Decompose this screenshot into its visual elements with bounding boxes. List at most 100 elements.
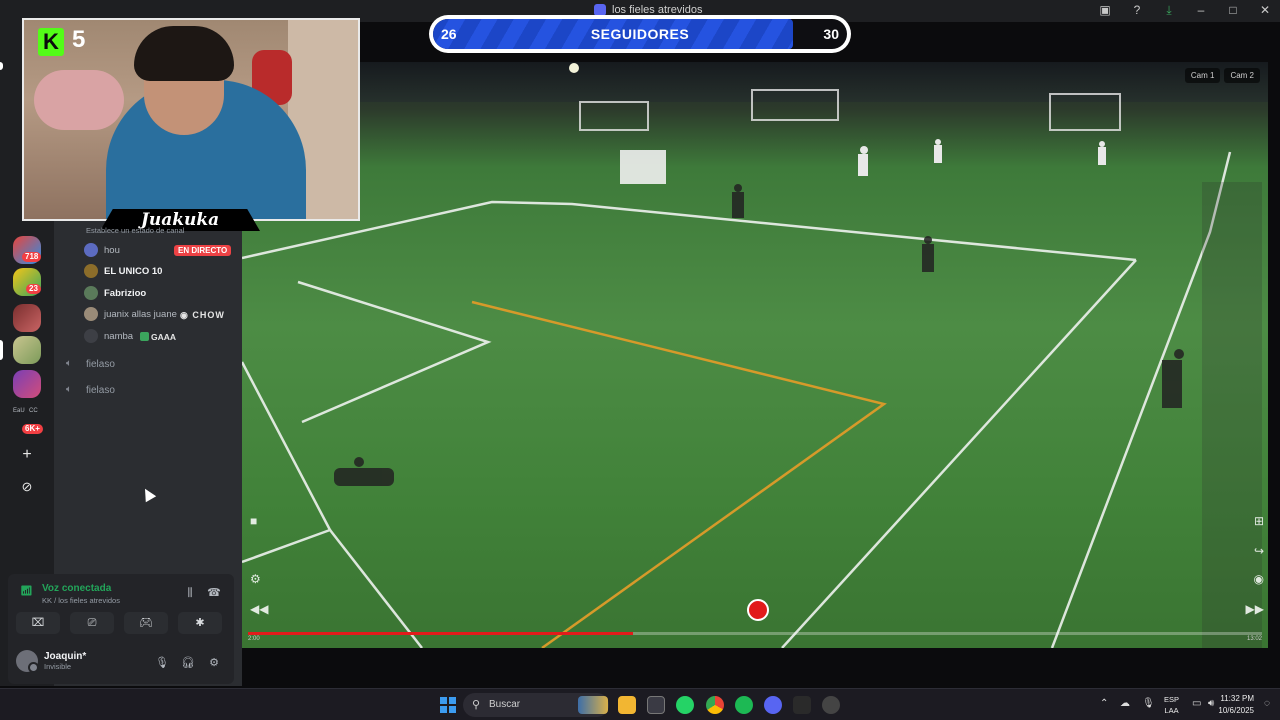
goal-label: SEGUIDORES xyxy=(590,26,690,42)
server-indicator-active xyxy=(0,340,3,360)
windows-taskbar: ⚲ Buscar ⌃ ☁ 🎙︎ ESP LAA ▭ 🔊︎ 11:32 PM 10… xyxy=(0,688,1280,720)
member-name: hou xyxy=(104,244,120,256)
goal-target: 30 xyxy=(823,26,839,42)
whatsapp-icon[interactable] xyxy=(676,696,694,714)
titlebar-controls: ▣ ? ⤓ – □ ✕ xyxy=(1098,2,1272,18)
network-icon[interactable]: ▭ xyxy=(1192,698,1201,709)
webcam-overlay: K 5 xyxy=(22,18,360,221)
soundboard-button[interactable]: ✱ xyxy=(178,612,222,634)
fast-forward-icon[interactable]: ▶▶ xyxy=(1246,602,1264,616)
member-name: Fabrizioo xyxy=(104,287,147,299)
discover-icon[interactable]: ⊘ xyxy=(17,478,37,498)
inbox-icon[interactable]: ▣ xyxy=(1098,2,1112,18)
store-icon[interactable] xyxy=(647,696,665,714)
voice-channel-label: fielaso xyxy=(86,384,115,396)
file-explorer-icon[interactable] xyxy=(618,696,636,714)
widgets-icon[interactable] xyxy=(578,696,608,714)
chrome-icon[interactable] xyxy=(706,696,724,714)
voice-channel-path: KK / los fieles atrevidos xyxy=(42,596,120,605)
server-icon-3[interactable] xyxy=(13,304,41,332)
help-icon[interactable]: ? xyxy=(1130,2,1144,18)
camera-tabs: Cam 1 Cam 2 xyxy=(1184,68,1260,83)
taskbar-clock[interactable]: 11:32 PM 10/6/2025 xyxy=(1218,693,1254,717)
member-status: GAAA xyxy=(140,332,176,342)
voice-member[interactable]: juanix allas juane xyxy=(84,306,177,322)
volume-icon[interactable]: 🔊︎ xyxy=(1208,698,1214,709)
clock-time: 11:32 PM xyxy=(1220,694,1254,703)
member-status-text: CHOW xyxy=(192,310,225,320)
avatar xyxy=(16,650,39,673)
search-placeholder: Buscar xyxy=(489,699,521,710)
kick-logo-icon: K xyxy=(38,28,64,56)
settings-gear-icon[interactable]: ⚙ xyxy=(250,572,261,586)
voice-member[interactable]: namba xyxy=(84,328,133,344)
camera-tab[interactable]: Cam 2 xyxy=(1224,68,1260,83)
microphone-icon[interactable]: 🎙︎ xyxy=(154,656,170,670)
maximize-button[interactable]: □ xyxy=(1226,2,1240,18)
time-total: 13:02 xyxy=(1246,636,1262,642)
steam-icon[interactable] xyxy=(822,696,840,714)
folder-tag: EaU xyxy=(13,408,25,414)
avatar xyxy=(84,286,98,300)
discord-icon[interactable] xyxy=(764,696,782,714)
camera-tab[interactable]: Cam 1 xyxy=(1184,68,1221,83)
settings-gear-icon[interactable]: ⚙ xyxy=(206,656,222,670)
noise-suppression-icon[interactable]: ⫼ xyxy=(182,586,198,600)
voice-channel-item[interactable]: 🔈︎ fielaso xyxy=(66,358,115,370)
status-emoji-icon xyxy=(140,332,149,341)
crop-icon[interactable]: ⊞ xyxy=(1254,514,1264,528)
language-indicator[interactable]: ESP LAA xyxy=(1164,694,1179,716)
server-icon-5[interactable] xyxy=(13,370,41,398)
notifications-icon[interactable]: ◌ xyxy=(1264,698,1270,709)
member-name: juanix allas juane xyxy=(104,308,177,320)
speed-icon[interactable]: ◉ xyxy=(1254,572,1264,586)
voice-connection-panel: 📶︎ Voz conectada KK / los fieles atrevid… xyxy=(8,574,234,684)
record-button[interactable] xyxy=(747,599,769,621)
epic-games-icon[interactable] xyxy=(793,696,811,714)
rewind-icon[interactable]: ◀◀ xyxy=(250,602,268,616)
close-button[interactable]: ✕ xyxy=(1258,2,1272,18)
webcam-pillow xyxy=(34,70,124,130)
voice-member[interactable]: hou xyxy=(84,242,120,258)
avatar xyxy=(84,243,98,257)
camera-icon[interactable]: ■ xyxy=(250,514,257,528)
user-status: Invisible xyxy=(44,662,72,671)
user-panel[interactable]: Joaquin* Invisible xyxy=(16,650,86,673)
signal-icon: 📶︎ xyxy=(20,586,33,597)
start-button-icon[interactable] xyxy=(440,697,456,713)
camera-off-button[interactable]: ⌧ xyxy=(16,612,60,634)
search-icon: ⚲ xyxy=(472,699,481,711)
avatar xyxy=(84,264,98,278)
voice-channel-item[interactable]: 🔈︎ fielaso xyxy=(66,384,115,396)
cloud-icon[interactable]: ☁ xyxy=(1120,698,1130,709)
voice-member[interactable]: EL UNICO 10 xyxy=(84,263,162,279)
member-status-text: GAAA xyxy=(151,332,177,342)
video-progress-fill xyxy=(248,632,634,635)
folder-tag: CC xyxy=(29,408,38,414)
language-code: ESP xyxy=(1164,695,1180,704)
video-progress-bar[interactable] xyxy=(248,632,1262,635)
share-icon[interactable]: ↪ xyxy=(1254,544,1264,558)
microphone-icon[interactable]: 🎙︎ xyxy=(1142,698,1155,709)
chevron-up-icon[interactable]: ⌃ xyxy=(1100,698,1108,709)
disconnect-icon[interactable]: ☎ xyxy=(206,586,222,600)
minimize-button[interactable]: – xyxy=(1194,2,1208,18)
voice-channel-label: fielaso xyxy=(86,358,115,370)
voice-status: Voz conectada xyxy=(42,583,112,594)
screen-share-button[interactable]: ⎚ xyxy=(70,612,114,634)
webcam-hair xyxy=(134,26,234,81)
stream-video[interactable]: Cam 1 Cam 2 ■ ⚙ ◀◀ ⊞ ↪ ◉ ▶▶ 2:00 13:02 xyxy=(242,62,1268,648)
server-icon-4[interactable] xyxy=(13,336,41,364)
member-name: EL UNICO 10 xyxy=(104,265,163,277)
add-server-icon[interactable]: + xyxy=(17,446,37,466)
channel-status-hint: Establece un estado de canal xyxy=(86,226,185,235)
headphones-icon[interactable]: 🎧︎ xyxy=(180,656,196,670)
speaker-icon: 🔈︎ xyxy=(66,384,72,395)
activity-button[interactable]: 🎮︎ xyxy=(124,612,168,634)
voice-member[interactable]: Fabrizioo xyxy=(84,285,146,301)
avatar xyxy=(84,307,98,321)
viewer-count: 5 xyxy=(72,26,86,53)
member-status: ◉ CHOW xyxy=(180,310,225,320)
spotify-icon[interactable] xyxy=(735,696,753,714)
download-icon[interactable]: ⤓ xyxy=(1162,2,1176,18)
